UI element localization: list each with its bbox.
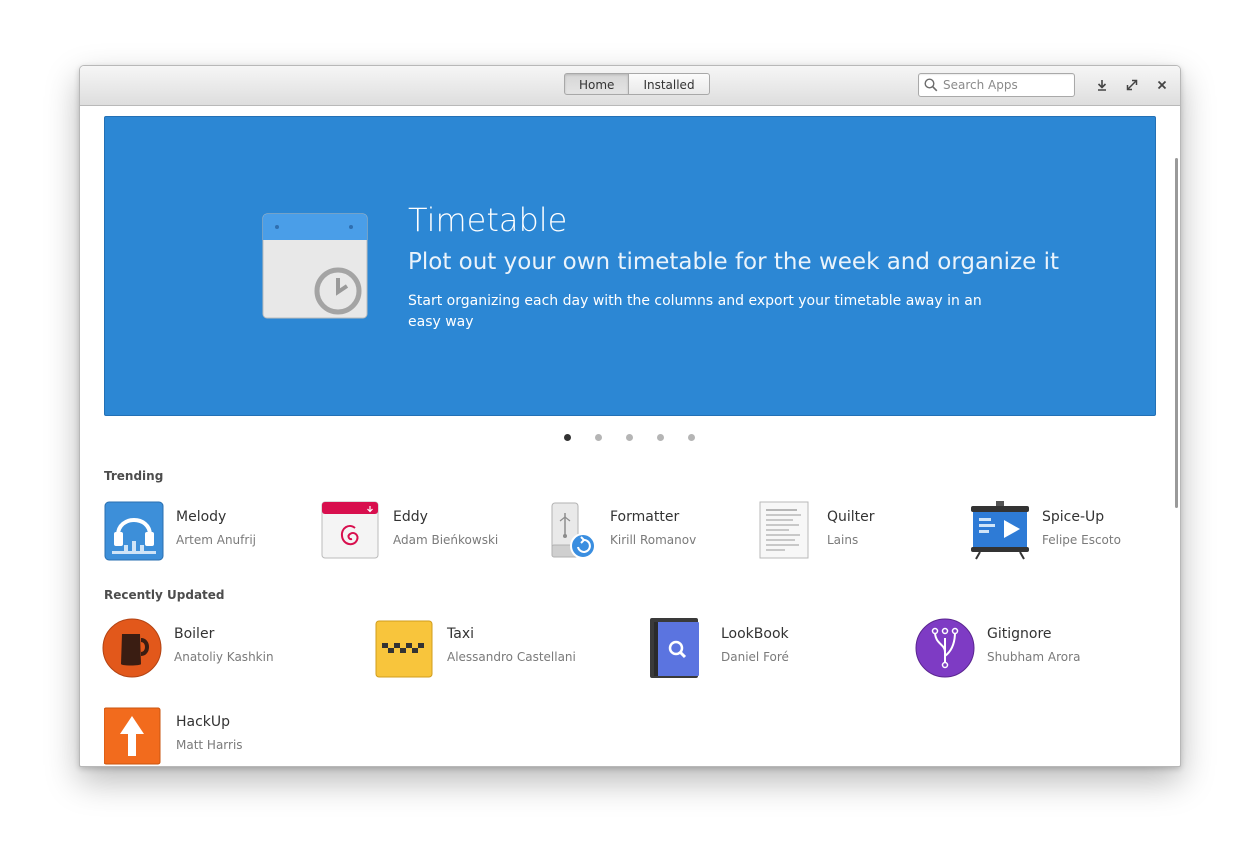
tab-installed[interactable]: Installed xyxy=(629,73,710,95)
header-bar: Home Installed xyxy=(80,66,1180,106)
app-name: Spice-Up xyxy=(1042,509,1105,525)
app-tile-melody[interactable]: Melody Artem Anufrij xyxy=(104,501,304,565)
git-branch-icon xyxy=(915,618,975,678)
trending-heading: Trending xyxy=(104,469,164,483)
app-author: Kirill Romanov xyxy=(610,533,697,547)
app-tile-boiler[interactable]: Boiler Anatoliy Kashkin xyxy=(102,618,342,682)
app-name: HackUp xyxy=(176,714,231,730)
app-name: Eddy xyxy=(393,509,428,525)
app-author: Alessandro Castellani xyxy=(447,650,576,664)
calendar-clock-icon xyxy=(262,213,368,319)
taxi-icon xyxy=(375,620,433,678)
app-tile-quilter[interactable]: Quilter Lains xyxy=(755,501,955,565)
app-window: Home Installed Search Apps Timetable Plo… xyxy=(79,65,1181,767)
app-tile-gitignore[interactable]: Gitignore Shubham Arora xyxy=(915,618,1155,682)
banner-subtitle: Plot out your own timetable for the week… xyxy=(408,249,1060,275)
banner-title: Timetable xyxy=(408,201,568,239)
app-author: Shubham Arora xyxy=(987,650,1081,664)
featured-banner[interactable]: Timetable Plot out your own timetable fo… xyxy=(104,116,1156,416)
download-icon[interactable] xyxy=(1094,77,1110,93)
scrollbar[interactable] xyxy=(1175,158,1178,508)
search-input[interactable] xyxy=(943,75,1069,95)
app-name: Formatter xyxy=(610,509,680,525)
debian-package-icon xyxy=(321,501,379,559)
app-tile-lookbook[interactable]: LookBook Daniel Foré xyxy=(649,618,889,682)
carousel-dot-2[interactable] xyxy=(595,434,602,441)
maximize-icon[interactable] xyxy=(1124,77,1140,93)
app-tile-eddy[interactable]: Eddy Adam Bieńkowski xyxy=(321,501,521,565)
app-name: Melody xyxy=(176,509,227,525)
app-author: Anatoliy Kashkin xyxy=(174,650,274,664)
app-name: LookBook xyxy=(721,626,789,642)
carousel-dot-5[interactable] xyxy=(688,434,695,441)
search-icon xyxy=(924,78,938,92)
view-switcher: Home Installed xyxy=(564,73,710,95)
book-search-icon xyxy=(650,618,699,678)
recently-updated-heading: Recently Updated xyxy=(104,588,225,602)
app-tile-taxi[interactable]: Taxi Alessandro Castellani xyxy=(375,618,615,682)
app-tile-hackup[interactable]: HackUp Matt Harris xyxy=(104,706,344,766)
app-name: Taxi xyxy=(447,626,474,642)
usb-drive-icon xyxy=(551,502,596,559)
app-tile-formatter[interactable]: Formatter Kirill Romanov xyxy=(538,501,738,565)
banner-description: Start organizing each day with the colum… xyxy=(408,293,982,330)
app-name: Boiler xyxy=(174,626,215,642)
app-author: Matt Harris xyxy=(176,738,243,752)
tab-home[interactable]: Home xyxy=(564,73,630,95)
carousel-indicator xyxy=(564,434,719,441)
app-name: Gitignore xyxy=(987,626,1052,642)
presentation-icon xyxy=(971,501,1029,560)
app-author: Daniel Foré xyxy=(721,650,789,664)
carousel-dot-3[interactable] xyxy=(626,434,633,441)
app-author: Artem Anufrij xyxy=(176,533,256,547)
carousel-dot-1[interactable] xyxy=(564,434,571,441)
close-icon[interactable] xyxy=(1154,77,1170,93)
document-icon xyxy=(759,501,809,559)
app-author: Lains xyxy=(827,533,859,547)
app-author: Adam Bieńkowski xyxy=(393,533,499,547)
carousel-dot-4[interactable] xyxy=(657,434,664,441)
app-tile-spice-up[interactable]: Spice-Up Felipe Escoto xyxy=(970,501,1160,565)
app-author: Felipe Escoto xyxy=(1042,533,1121,547)
search-field[interactable] xyxy=(918,73,1075,97)
kettle-icon xyxy=(102,618,162,678)
app-name: Quilter xyxy=(827,509,875,525)
main-content: Timetable Plot out your own timetable fo… xyxy=(80,106,1180,766)
arrow-up-icon xyxy=(104,707,161,765)
headphones-icon xyxy=(104,501,164,561)
